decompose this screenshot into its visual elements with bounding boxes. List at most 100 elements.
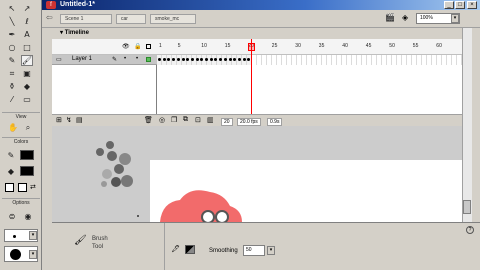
arrow-icon[interactable]: ↖ — [6, 3, 18, 14]
breadcrumb-smoke[interactable]: smoke_mc — [150, 14, 196, 24]
scrollbar-thumb[interactable] — [463, 200, 471, 214]
vertical-scrollbar[interactable] — [462, 28, 472, 222]
smoothing-input[interactable]: 50 — [243, 245, 265, 256]
frame-rate: 20.0 fps — [237, 118, 261, 126]
back-arrow-icon[interactable]: ⇦ — [46, 14, 53, 22]
keyframe[interactable] — [228, 58, 232, 61]
edit-symbol-icon[interactable]: ◈ — [402, 14, 408, 22]
fill-color-swatch[interactable] — [20, 166, 34, 176]
add-layer-icon[interactable]: ⊞ — [56, 116, 62, 124]
onion-skin-icon[interactable]: ❐ — [171, 116, 177, 124]
frame-ruler[interactable]: 151015202530354045505560 — [157, 39, 462, 55]
dot-icon[interactable]: • — [124, 56, 126, 62]
layer-row[interactable]: ▭ Layer 1 ✎ • • — [52, 55, 157, 65]
lasso-icon[interactable]: ℓ — [21, 16, 33, 27]
frame-footer: ◎ ❐ ⧉ ⊡ ▥ 20 20.0 fps 0.9s — [157, 114, 462, 126]
keyframe[interactable] — [181, 58, 185, 61]
onion-outline-icon[interactable]: ⧉ — [183, 116, 188, 124]
delete-layer-icon[interactable]: 🗑 — [144, 116, 153, 124]
tool-sub: Tool — [92, 244, 104, 250]
edit-multiple-icon[interactable]: ⊡ — [195, 116, 201, 124]
keyframe[interactable] — [223, 58, 227, 61]
subselect-icon[interactable]: ↗ — [21, 3, 33, 14]
stroke-color-swatch[interactable] — [20, 150, 34, 160]
no-color-icon[interactable] — [18, 183, 27, 192]
keyframe[interactable] — [195, 58, 199, 61]
properties-panel: 🖌 Brush Tool 🖋 Smoothing 50 ▾ ? — [52, 222, 480, 270]
car-body — [160, 190, 242, 222]
add-guide-icon[interactable]: ↯ — [66, 116, 72, 124]
close-button[interactable]: × — [467, 1, 477, 9]
onion-markers-icon[interactable]: ▥ — [207, 116, 214, 124]
timeline-header[interactable]: ▾ Timeline — [52, 28, 462, 39]
view-label: View — [15, 114, 27, 120]
playhead[interactable] — [248, 43, 255, 51]
help-icon[interactable]: ? — [466, 226, 474, 234]
work-area[interactable] — [52, 126, 462, 222]
brush-mode-icon[interactable]: ◉ — [22, 211, 34, 222]
stage-artwork — [96, 141, 242, 222]
pen-icon[interactable]: ✒ — [6, 29, 18, 40]
pencil-icon[interactable]: ✎ — [6, 55, 18, 66]
keyframe[interactable] — [209, 58, 213, 61]
fill-transform-icon[interactable]: ▣ — [21, 68, 33, 79]
center-frame-icon[interactable]: ◎ — [159, 116, 165, 124]
rectangle-icon[interactable]: □ — [21, 42, 33, 53]
keyframe[interactable] — [158, 58, 161, 61]
hand-icon[interactable]: ✋ — [7, 122, 19, 133]
breadcrumb-scene[interactable]: Scene 1 — [60, 14, 112, 24]
brush-shape-select[interactable]: ▾ — [4, 246, 38, 262]
smoke-puff — [119, 153, 131, 165]
divider — [2, 198, 40, 199]
ruler-number: 40 — [342, 43, 348, 49]
keyframe[interactable] — [237, 58, 241, 61]
outline-color-icon[interactable] — [146, 57, 151, 62]
dot-icon[interactable]: • — [136, 56, 138, 62]
ruler-number: 15 — [224, 43, 231, 49]
ink-icon[interactable]: 🖋 — [171, 245, 180, 253]
chevron-down-icon[interactable]: ▾ — [267, 246, 275, 255]
breadcrumb-label: car — [121, 16, 128, 22]
outline-icon[interactable] — [146, 44, 151, 49]
chevron-down-icon: ▾ — [29, 250, 37, 259]
zoom-select[interactable]: 100% ▾ — [416, 13, 460, 24]
eyedropper-icon[interactable]: ⁄ — [6, 94, 18, 105]
free-transform-icon[interactable]: ⌗ — [6, 68, 18, 79]
keyframe[interactable] — [205, 58, 208, 61]
breadcrumb-car[interactable]: car — [116, 14, 146, 24]
keyframe[interactable] — [190, 58, 194, 61]
edit-scene-icon[interactable]: 🎬 — [385, 14, 395, 22]
eye-icon[interactable]: 👁 — [122, 43, 130, 50]
swap-colors-icon[interactable]: ⇄ — [30, 183, 39, 192]
zoom-icon[interactable]: ⌕ — [22, 122, 34, 133]
keyframe[interactable] — [162, 58, 166, 61]
fill-swatch[interactable] — [185, 245, 195, 254]
smoothing-label: Smoothing — [209, 248, 238, 254]
brush-icon[interactable]: 🖌 — [21, 55, 33, 66]
ink-bottle-icon[interactable]: ⚱ — [6, 81, 18, 92]
title-bar: f Untitled-1* _ □ × — [42, 0, 480, 10]
properties-options: 🖋 Smoothing 50 ▾ — [164, 223, 464, 270]
eraser-icon[interactable]: ▭ — [21, 94, 33, 105]
maximize-button[interactable]: □ — [455, 1, 465, 9]
black-white-icon[interactable] — [5, 183, 14, 192]
keyframe[interactable] — [176, 58, 180, 61]
text-icon[interactable]: A — [21, 29, 33, 40]
add-folder-icon[interactable]: ▤ — [76, 116, 83, 124]
layer-name: Layer 1 — [72, 56, 93, 62]
keyframe[interactable] — [242, 58, 246, 61]
tools-panel: ↖ ↗ ╲ ℓ ✒ A ○ □ ✎ 🖌 ⌗ ▣ ⚱ ◆ ⁄ ▭ View ✋ ⌕ Colors ✎ ◆ ⇄ O… — [0, 0, 42, 270]
oval-icon[interactable]: ○ — [6, 42, 18, 53]
smoke-puff — [114, 164, 124, 174]
registration-point — [137, 215, 139, 217]
breadcrumb-label: Scene 1 — [65, 16, 84, 22]
brush-size-select[interactable]: ▾ — [4, 229, 38, 242]
line-icon[interactable]: ╲ — [6, 16, 18, 27]
lock-icon[interactable]: 🔒 — [134, 43, 141, 50]
lock-fill-icon[interactable]: ⊜ — [6, 211, 18, 222]
minimize-button[interactable]: _ — [444, 1, 454, 9]
smoke-puff — [96, 148, 104, 156]
smoke-puff — [102, 169, 112, 179]
smoke-puff — [107, 151, 117, 161]
paint-bucket-icon[interactable]: ◆ — [21, 81, 33, 92]
